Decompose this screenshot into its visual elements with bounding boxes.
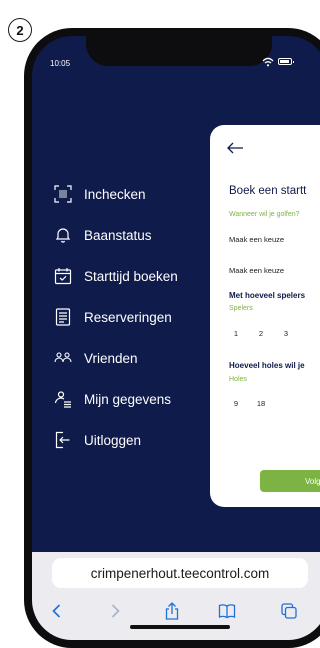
time-select[interactable]: Maak een keuze (229, 260, 320, 280)
phone-notch (86, 36, 272, 66)
url-field[interactable]: crimpenerhout.teecontrol.com (52, 558, 308, 588)
menu-label: Vrienden (84, 350, 138, 366)
panel-title: Boek een startt (229, 185, 307, 197)
document-list-icon (55, 308, 71, 326)
calendar-check-icon (54, 268, 72, 285)
menu-item-baanstatus[interactable]: Baanstatus (54, 223, 178, 247)
players-option-1[interactable]: 1 (225, 323, 247, 343)
side-menu: Inchecken Baanstatus Starttijd boeken Re… (54, 182, 178, 469)
menu-label: Mijn gegevens (84, 391, 172, 407)
back-icon[interactable] (48, 602, 66, 620)
menu-item-reserveringen[interactable]: Reserveringen (54, 305, 178, 329)
players-option-3[interactable]: 3 (275, 323, 297, 343)
friends-icon (54, 352, 72, 363)
menu-label: Uitloggen (84, 432, 142, 448)
battery-icon (278, 58, 294, 65)
next-button[interactable]: Volge (260, 470, 320, 492)
share-icon[interactable] (163, 602, 181, 620)
menu-item-uitloggen[interactable]: Uitloggen (54, 428, 178, 452)
home-indicator (130, 625, 230, 629)
when-label: Wanneer wil je golfen? (229, 211, 300, 218)
booking-panel: Boek een startt Wanneer wil je golfen? M… (210, 125, 320, 507)
holes-option-9[interactable]: 9 (225, 393, 247, 413)
tabs-icon[interactable] (280, 602, 298, 620)
menu-label: Baanstatus (84, 227, 152, 243)
bookmarks-icon[interactable] (218, 602, 236, 620)
holes-label: Holes (229, 376, 247, 383)
browser-bar: crimpenerhout.teecontrol.com (32, 552, 320, 640)
step-number-badge: 2 (8, 18, 32, 42)
menu-item-vrienden[interactable]: Vrienden (54, 346, 178, 370)
user-details-icon (54, 391, 71, 408)
bell-icon (55, 228, 71, 243)
players-option-2[interactable]: 2 (250, 323, 272, 343)
players-heading: Met hoeveel spelers (229, 291, 306, 300)
back-arrow-icon[interactable] (226, 141, 244, 155)
menu-item-inchecken[interactable]: Inchecken (54, 182, 178, 206)
phone-frame: 10:05 Inchecken Baanstatus Starttijd boe… (24, 28, 320, 648)
holes-heading: Hoeveel holes wil je (229, 361, 305, 370)
players-label: Spelers (229, 305, 253, 312)
menu-item-starttijd-boeken[interactable]: Starttijd boeken (54, 264, 178, 288)
menu-item-mijn-gegevens[interactable]: Mijn gegevens (54, 387, 178, 411)
holes-option-18[interactable]: 18 (250, 393, 272, 413)
app-screen: 10:05 Inchecken Baanstatus Starttijd boe… (32, 36, 320, 640)
menu-label: Starttijd boeken (84, 268, 178, 284)
forward-icon[interactable] (106, 602, 124, 620)
qr-scan-icon (54, 185, 72, 203)
wifi-icon (262, 57, 274, 67)
logout-icon (55, 431, 70, 449)
date-select[interactable]: Maak een keuze (229, 229, 320, 249)
menu-label: Reserveringen (84, 309, 172, 325)
menu-label: Inchecken (84, 186, 146, 202)
status-time: 10:05 (50, 59, 71, 68)
